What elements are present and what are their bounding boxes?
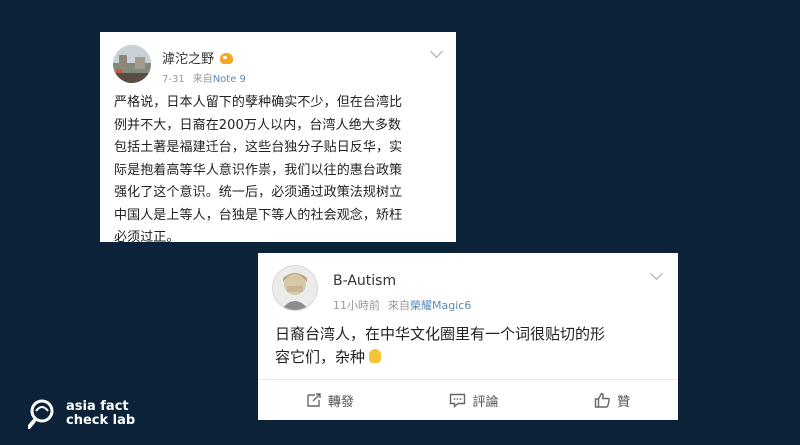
username-text[interactable]: 滹沱之野: [162, 52, 214, 67]
repost-label: 轉發: [327, 394, 354, 410]
username[interactable]: 滹沱之野: [162, 48, 234, 67]
avatar-image: [281, 273, 309, 310]
emoji-icon: [369, 348, 382, 363]
magnifier-logo-icon: [27, 398, 60, 430]
action-bar: 轉發 評論 贊: [258, 380, 678, 420]
source-prefix: 来自: [192, 74, 213, 85]
post-meta: 11小時前 來自榮耀Magic6: [333, 297, 471, 313]
comment-icon: [450, 393, 466, 408]
weibo-post-card-2: B-Autism 11小時前 來自榮耀Magic6 日裔台湾人，在中华文化圈里有一…: [258, 253, 678, 420]
avatar[interactable]: [272, 265, 318, 311]
post-meta: 7-31 来自Note 9: [162, 70, 246, 85]
post-date: 7-31: [162, 74, 185, 85]
comment-button[interactable]: 評論: [449, 391, 498, 410]
avatar-image: [113, 45, 151, 83]
logo-line-2: check lab: [66, 413, 136, 428]
weibo-post-card-1: 滹沱之野 7-31 来自Note 9 严格说，日本人留下的孽种确实不少，但在台湾比…: [100, 32, 456, 245]
logo-text: asia fact check lab: [66, 400, 135, 428]
avatar[interactable]: [113, 45, 151, 83]
chevron-down-icon[interactable]: [650, 267, 663, 280]
like-label: 贊: [617, 394, 631, 410]
source-device-link[interactable]: Note 9: [213, 74, 246, 85]
username[interactable]: B-Autism: [333, 273, 396, 289]
post-date: 11小時前: [333, 299, 380, 312]
logo-line-1: asia fact: [66, 399, 129, 414]
post-text: 严格说，日本人留下的孽种确实不少，但在台湾比 例并不大，日裔在200万人以内，台…: [114, 95, 403, 245]
post-text-body: 日裔台湾人，在中华文化圈里有一个词很贴切的形 容它们，杂种: [275, 325, 606, 366]
comment-label: 評論: [472, 394, 499, 410]
source-device-link[interactable]: 榮耀Magic6: [410, 299, 471, 312]
member-badge-icon: [220, 53, 234, 64]
thumbs-up-icon: [594, 392, 611, 408]
chevron-down-icon[interactable]: [430, 45, 443, 58]
repost-button[interactable]: 轉發: [306, 391, 354, 410]
source-prefix: 來自: [388, 299, 410, 312]
like-button[interactable]: 贊: [594, 391, 630, 410]
repost-icon: [307, 393, 321, 407]
post-text: 日裔台湾人，在中华文化圈里有一个词很贴切的形 容它们，杂种: [275, 323, 670, 369]
asia-fact-check-lab-logo: asia fact check lab: [27, 398, 135, 430]
